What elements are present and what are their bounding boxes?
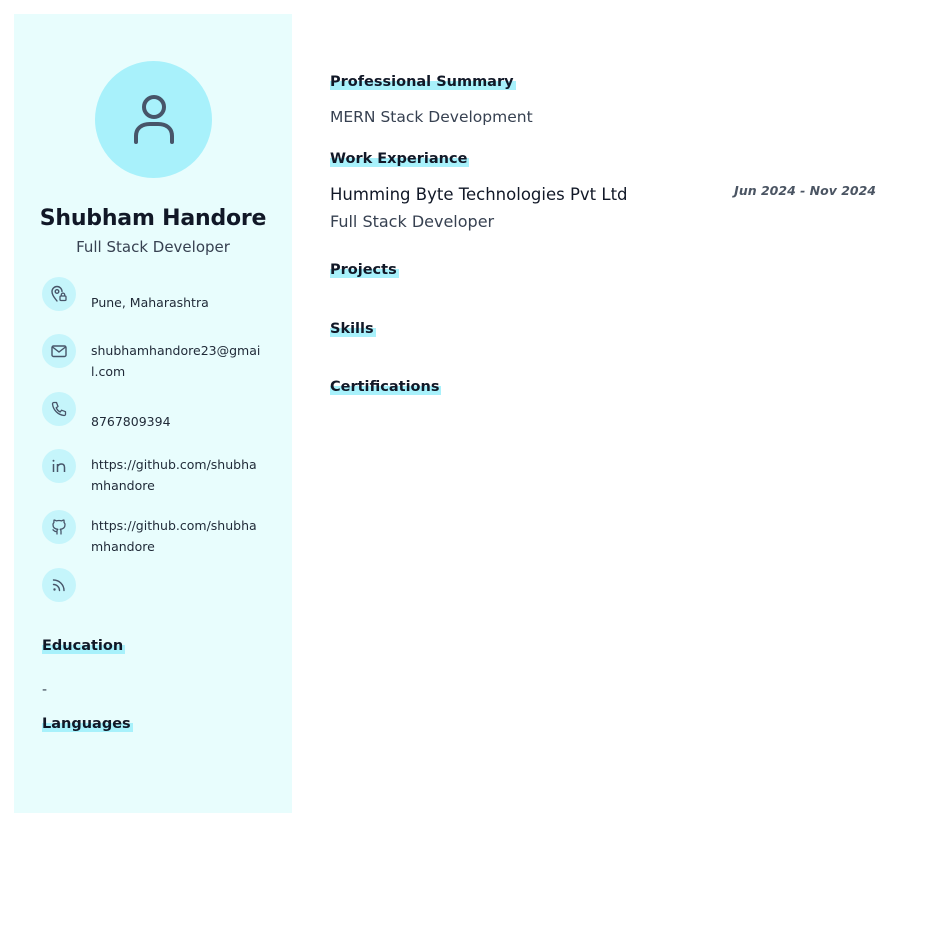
languages-heading: Languages xyxy=(42,716,133,732)
contact-phone-text[interactable]: 8767809394 xyxy=(91,411,263,432)
contact-linkedin-text[interactable]: https://github.com/shubhamhandore xyxy=(91,454,263,496)
avatar xyxy=(95,61,212,178)
user-icon xyxy=(133,94,174,144)
mail-icon xyxy=(42,334,76,368)
contact-github-text[interactable]: https://github.com/shubhamhandore xyxy=(91,515,263,557)
experience-dates: Jun 2024 - Nov 2024 xyxy=(734,183,876,198)
contact-linkedin[interactable]: https://github.com/shubhamhandore xyxy=(42,449,282,496)
profile-name: Shubham Handore xyxy=(39,206,267,231)
contact-location: Pune, Maharashtra xyxy=(42,277,282,313)
rss-icon xyxy=(42,568,76,602)
resume-sidebar: Shubham Handore Full Stack Developer Pun… xyxy=(14,14,292,813)
skills-heading: Skills xyxy=(330,321,376,337)
contact-email[interactable]: shubhamhandore23@gmail.com xyxy=(42,334,282,382)
education-heading: Education xyxy=(42,638,126,654)
contact-rss[interactable] xyxy=(42,568,282,602)
contact-phone[interactable]: 8767809394 xyxy=(42,392,282,432)
summary-heading: Professional Summary xyxy=(330,74,516,90)
linkedin-icon xyxy=(42,449,76,483)
experience-heading: Work Experiance xyxy=(330,151,470,167)
github-icon xyxy=(42,510,76,544)
profile-title: Full Stack Developer xyxy=(76,238,230,256)
education-content: - xyxy=(42,682,48,698)
experience-role: Full Stack Developer xyxy=(330,212,495,231)
projects-heading: Projects xyxy=(330,262,399,278)
experience-company: Humming Byte Technologies Pvt Ltd xyxy=(330,185,628,204)
contact-email-text[interactable]: shubhamhandore23@gmail.com xyxy=(91,340,263,382)
location-icon xyxy=(42,277,76,311)
contact-github[interactable]: https://github.com/shubhamhandore xyxy=(42,510,282,557)
phone-icon xyxy=(42,392,76,426)
certifications-heading: Certifications xyxy=(330,379,442,395)
contact-location-text: Pune, Maharashtra xyxy=(91,295,209,310)
summary-text: MERN Stack Development xyxy=(330,108,533,126)
